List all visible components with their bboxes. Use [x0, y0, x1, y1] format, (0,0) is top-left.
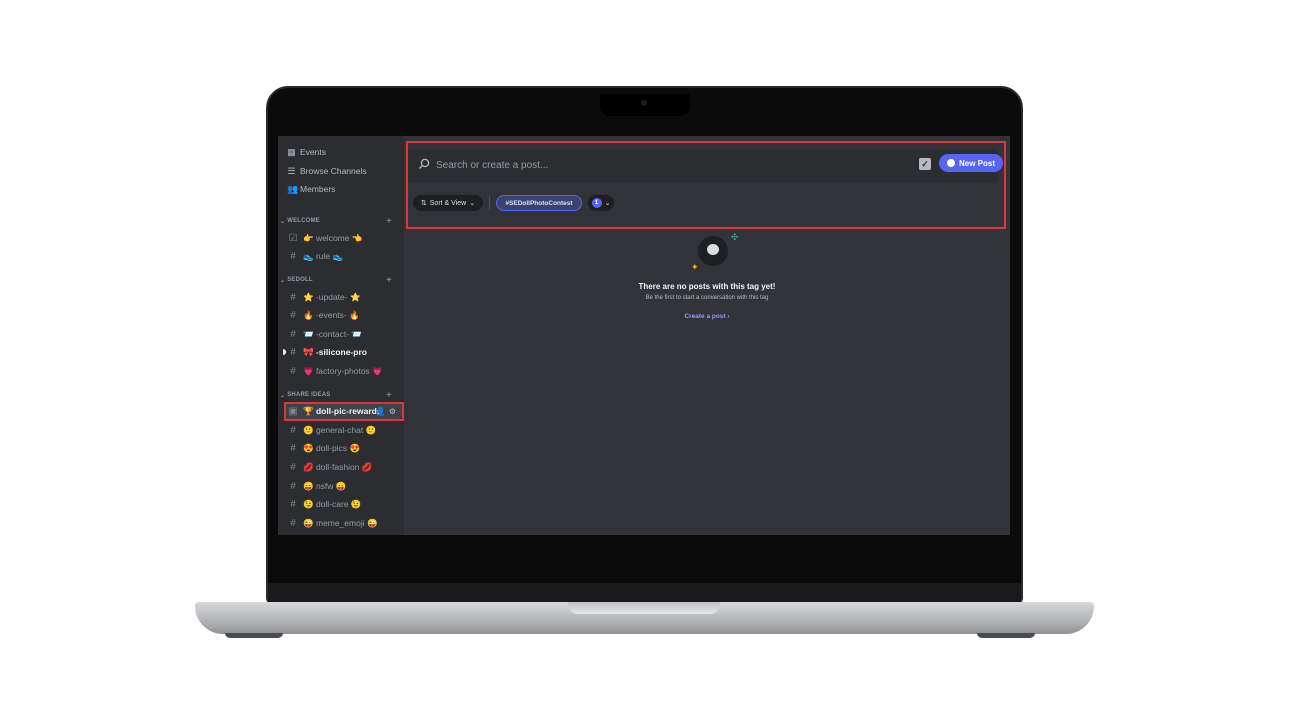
hash-icon: # [290, 328, 296, 340]
hash-icon: # [290, 424, 296, 436]
sparkle-icon: ✦ [691, 262, 699, 272]
channel-doll-care[interactable]: # 😉 doll-care 😉 [284, 496, 402, 512]
chat-bubble-icon [707, 244, 719, 255]
channel-general-chat[interactable]: # 🙂 general-chat 🙂 [284, 422, 402, 438]
hash-icon: # [290, 309, 296, 321]
highlight-box-channel [284, 402, 404, 421]
channel-update[interactable]: # ⭐ -update- ⭐ [284, 289, 402, 305]
nav-events-label: Events [300, 147, 326, 157]
channel-rule-label: 👟 rule 👟 [303, 250, 344, 261]
laptop-foot-left [225, 633, 283, 638]
hash-icon: # [290, 480, 296, 492]
highlight-box-header [406, 141, 1006, 229]
category-welcome[interactable]: ⌄ WELCOME + [280, 216, 400, 227]
channel-doll-fashion-label: 💋 doll-fashion 💋 [303, 461, 373, 472]
category-sedoll-label: SEDOLL [287, 277, 313, 283]
hash-icon: # [290, 517, 296, 529]
laptop-hinge [268, 583, 1021, 603]
hash-icon: # [290, 365, 296, 377]
create-post-label: Create a post [684, 313, 726, 320]
empty-state-subtitle: Be the first to start a conversation wit… [645, 295, 769, 301]
app-screen: ▦ Events ☰ Browse Channels 👥 Members ⌄ W… [278, 136, 1010, 535]
laptop-opening-notch [568, 602, 720, 614]
hash-icon: # [290, 250, 296, 262]
channel-contact[interactable]: # 📨 -contact- 📨 [284, 326, 402, 342]
members-icon: 👥 [287, 183, 299, 194]
sparkle-icon: ✣ [731, 232, 739, 242]
hash-icon: # [290, 498, 296, 510]
category-sedoll[interactable]: ⌄ SEDOLL + [280, 275, 400, 286]
channel-sidebar: ▦ Events ☰ Browse Channels 👥 Members ⌄ W… [278, 136, 404, 535]
chevron-down-icon: ⌄ [280, 277, 286, 284]
channel-events-label: 🔥 -events- 🔥 [303, 309, 360, 320]
hash-icon: # [290, 346, 296, 358]
channel-doll-fashion[interactable]: # 💋 doll-fashion 💋 [284, 459, 402, 475]
forum-main: Search or create a post... ✓ New Post ⇅ … [404, 136, 1010, 535]
channel-factory-photos-label: 💗 factory-photos 💗 [303, 365, 383, 376]
create-post-link[interactable]: Create a post › [404, 313, 1010, 320]
category-welcome-label: WELCOME [287, 218, 320, 224]
laptop-foot-right [977, 633, 1035, 638]
calendar-icon: ▦ [287, 146, 296, 157]
add-channel-icon[interactable]: + [386, 390, 392, 401]
browse-channels-icon: ☰ [287, 165, 296, 176]
unread-indicator [283, 349, 286, 355]
camera-icon [641, 100, 647, 106]
channel-general-chat-label: 🙂 general-chat 🙂 [303, 424, 377, 435]
category-share-ideas[interactable]: ⌄ SHARE IDEAS + [280, 390, 400, 401]
channel-doll-care-label: 😉 doll-care 😉 [303, 498, 362, 509]
nav-members[interactable]: 👥 Members [287, 182, 335, 196]
chevron-down-icon: ⌄ [280, 218, 286, 225]
channel-welcome-label: 👉 welcome 👈 [303, 232, 363, 243]
channel-nsfw[interactable]: # 😛 nsfw 😛 [284, 478, 402, 494]
channel-doll-pics-label: 😍 doll-pics 😍 [303, 442, 361, 453]
chevron-right-icon: › [727, 313, 730, 320]
channel-rule[interactable]: # 👟 rule 👟 [284, 248, 402, 264]
channel-silicone-pro-label: 🎀 -silicone-pro [303, 346, 367, 357]
hash-icon: # [290, 461, 296, 473]
channel-contact-label: 📨 -contact- 📨 [303, 328, 362, 339]
hash-icon: # [290, 442, 296, 454]
nav-events[interactable]: ▦ Events [287, 145, 326, 159]
chevron-down-icon: ⌄ [280, 392, 286, 399]
channel-factory-photos[interactable]: # 💗 factory-photos 💗 [284, 363, 402, 379]
nav-browse-channels[interactable]: ☰ Browse Channels [287, 164, 367, 178]
channel-update-label: ⭐ -update- ⭐ [303, 291, 361, 302]
channel-meme-emoji-label: 😜 meme_emoji 😜 [303, 517, 378, 528]
empty-state-title: There are no posts with this tag yet! [638, 282, 776, 291]
channel-silicone-pro[interactable]: # 🎀 -silicone-pro [283, 344, 402, 360]
channel-meme-emoji[interactable]: # 😜 meme_emoji 😜 [284, 515, 402, 531]
nav-members-label: Members [300, 184, 336, 194]
channel-events[interactable]: # 🔥 -events- 🔥 [284, 307, 402, 323]
channel-nsfw-label: 😛 nsfw 😛 [303, 480, 347, 491]
category-share-ideas-label: SHARE IDEAS [287, 392, 331, 398]
hash-icon: # [290, 291, 296, 303]
add-channel-icon[interactable]: + [386, 216, 392, 227]
rules-icon: ☑ [288, 232, 298, 244]
nav-browse-channels-label: Browse Channels [300, 166, 367, 176]
channel-doll-pics[interactable]: # 😍 doll-pics 😍 [284, 440, 402, 456]
add-channel-icon[interactable]: + [386, 275, 392, 286]
channel-welcome[interactable]: ☑ 👉 welcome 👈 [284, 230, 402, 246]
